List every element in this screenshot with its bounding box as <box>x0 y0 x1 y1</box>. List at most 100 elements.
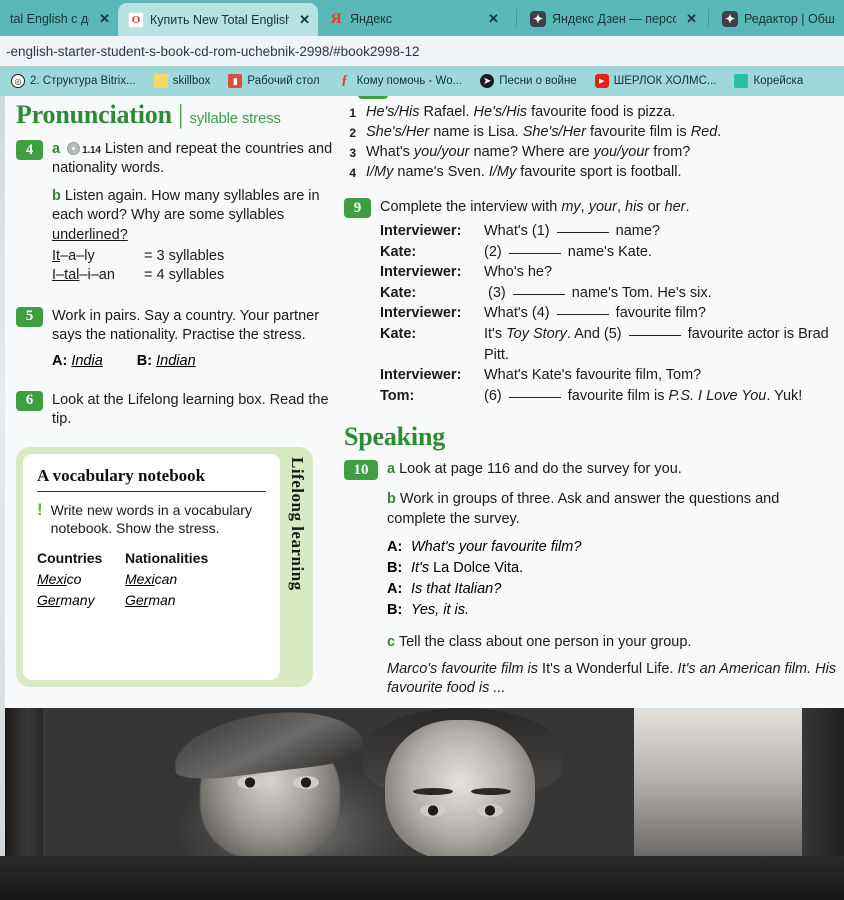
table-header-row: Countries Nationalities <box>37 550 266 566</box>
bookmark-label: Кому помочь - Wo... <box>356 75 463 87</box>
syllable-word: It–a–ly <box>52 248 144 264</box>
tab-1-active[interactable]: O Купить New Total English ✕ <box>118 3 318 36</box>
browser-window: tal English с дос ✕ O Купить New Total E… <box>0 0 844 900</box>
item-number: 3 <box>349 146 356 160</box>
rest-part: co <box>66 570 82 587</box>
speaker-text: Yes, it is. <box>411 601 470 618</box>
exchange-line: A: Is that Italian? <box>387 579 840 600</box>
bookmark-sherlock[interactable]: ▶ ШЕРЛОК ХОЛМС... <box>586 74 726 88</box>
sub-letter: b <box>387 491 396 508</box>
nationality-cell: Mexican <box>125 571 177 587</box>
tab-close-icon[interactable]: ✕ <box>488 11 499 27</box>
bookmark-label: ШЕРЛОК ХОЛМС... <box>613 75 717 87</box>
stressed-part: Ger <box>37 591 61 608</box>
item-text: He's/His Rafael. He's/His favourite food… <box>366 104 676 120</box>
audio-cd-icon <box>67 142 81 155</box>
tab-3[interactable]: ✦ Яндекс Дзен — персона ✕ <box>520 2 705 36</box>
speaker-a-label: A: <box>52 352 68 369</box>
right-column: 1 He's/His Rafael. He's/His favourite fo… <box>344 96 840 698</box>
tab-close-icon[interactable]: ✕ <box>686 11 697 27</box>
bookmark-bitrix[interactable]: ◎ 2. Структура Bitrix... <box>2 74 145 88</box>
bookmark-word-doc[interactable]: ƒ Кому помочь - Wo... <box>329 73 472 88</box>
exercise-10a: a Look at page 116 and do the survey for… <box>387 460 840 479</box>
tab-title: Редактор | Обще <box>744 12 834 26</box>
speaker-name: Interviewer: <box>380 305 462 322</box>
speaker-name: Kate: <box>380 284 417 301</box>
book-page-viewer: Pronunciation | syllable stress 4 a 1.14… <box>0 96 844 856</box>
exercise-6-text: Look at the Lifelong learning box. Read … <box>52 391 329 427</box>
exchange-line: A: What's your favourite film? <box>387 537 840 558</box>
bookmark-label: skillbox <box>172 75 211 87</box>
exercise-10-exchange: A: What's your favourite film? B: It's L… <box>387 537 840 621</box>
speaker-name: Kate: <box>380 326 417 343</box>
bookmark-korean[interactable]: Корейска <box>725 74 812 88</box>
exclamation-icon: ! <box>37 500 43 520</box>
youtube-icon: ▶ <box>594 74 609 88</box>
bookmark-label: Песни о войне <box>499 75 577 87</box>
list-item: 1 He's/His Rafael. He's/His favourite fo… <box>344 104 840 120</box>
item-text: What's you/your name? Where are you/your… <box>366 144 691 160</box>
korean-icon <box>734 74 749 88</box>
exchange-line: B: It's La Dolce Vita. <box>387 558 840 579</box>
table-row: Germany German <box>37 592 266 608</box>
opera-icon: O <box>128 11 144 28</box>
tab-title: Яндекс Дзен — персона <box>552 12 677 26</box>
sub-letter: a <box>52 141 61 157</box>
stressed-part: It <box>52 247 61 264</box>
dialogue-row: Interviewer: What's (4) favourite film? <box>380 303 840 324</box>
address-bar[interactable]: -english-starter-student-s-book-cd-rom-u… <box>0 36 844 66</box>
sub-letter: c <box>387 633 396 650</box>
exercise-5: 5 Work in pairs. Say a country. Your par… <box>16 306 336 369</box>
speaker-key: B: <box>387 601 403 618</box>
bookmark-desktop[interactable]: ▮ Рабочий стол <box>219 74 328 88</box>
tab-strip: tal English с дос ✕ O Купить New Total E… <box>0 0 844 36</box>
table-row: Mexico Mexican <box>37 571 266 587</box>
speaker-b-word: Indian <box>156 352 196 369</box>
exercise-10b: b Work in groups of three. Ask and answe… <box>387 490 840 528</box>
photo-eyebrow <box>413 788 453 795</box>
bitrix-icon: ◎ <box>11 74 25 88</box>
stressed-part: I–tal <box>52 266 80 283</box>
vocabulary-table: Countries Nationalities Mexico Mexican G… <box>37 550 266 608</box>
cut-off-badge <box>358 96 388 99</box>
tab-close-icon[interactable]: ✕ <box>299 12 310 28</box>
dialogue-row: Kate: (2) name's Kate. <box>380 242 840 263</box>
speaker-a: A: India <box>52 353 103 369</box>
speaker-text: It's La Dolce Vita. <box>411 559 524 576</box>
speaker-line: Who's he? <box>484 264 553 281</box>
speaker-b-label: B: <box>136 352 153 369</box>
bookmark-songs[interactable]: ➤ Песни о войне <box>471 74 586 88</box>
stressed-part: Mexi <box>37 570 67 587</box>
tab-4[interactable]: ✦ Редактор | Обще <box>712 2 842 36</box>
tab-0[interactable]: tal English с дос ✕ <box>0 2 118 36</box>
pronunciation-heading: Pronunciation | syllable stress <box>16 100 336 130</box>
exercise-4a: a 1.14 Listen and repeat the countries a… <box>52 140 336 178</box>
tab-close-icon[interactable]: ✕ <box>99 11 110 27</box>
speaker-line: (2) name's Kate. <box>484 243 652 260</box>
speaker-name: Interviewer: <box>380 264 462 281</box>
country-cell: Germany <box>37 592 125 608</box>
exercise-9-instruction: Complete the interview with my, your, hi… <box>380 199 690 215</box>
speaker-text: What's your favourite film? <box>411 538 582 555</box>
speaking-heading: Speaking <box>344 422 840 452</box>
tab-2[interactable]: Я Яндекс ✕ <box>318 2 513 36</box>
dialogue-row: Interviewer: Who's he? <box>380 262 840 283</box>
tab-title: tal English с дос <box>10 12 89 26</box>
lifelong-side-label: Lifelong learning <box>288 457 307 591</box>
syllable-example-row: I–tal–i–an = 4 syllables <box>52 267 336 283</box>
speaker-line: (3) name's Tom. He's six. <box>484 284 712 301</box>
dialogue-row: Interviewer: What's Kate's favourite fil… <box>380 365 840 386</box>
exercise-10a-text: Look at page 116 and do the survey for y… <box>399 461 682 478</box>
bookmark-label: Корейска <box>753 75 804 87</box>
zen-icon: ✦ <box>530 11 546 27</box>
exercise-4b-underlined: underlined? <box>52 226 128 243</box>
bookmark-skillbox[interactable]: skillbox <box>145 74 220 88</box>
interview-dialogue: Interviewer: What's (1) name? Kate: (2) … <box>380 221 840 406</box>
zen-icon: ✦ <box>722 11 738 27</box>
exercise-number-badge: 6 <box>16 390 43 411</box>
exercise-6: 6 Look at the Lifelong learning box. Rea… <box>16 390 336 429</box>
speaker-line: What's (1) name? <box>484 223 661 240</box>
exercise-number-badge: 4 <box>16 140 43 160</box>
speaker-b: B: Indian <box>137 353 196 369</box>
heading-subtitle: syllable stress <box>189 110 281 127</box>
